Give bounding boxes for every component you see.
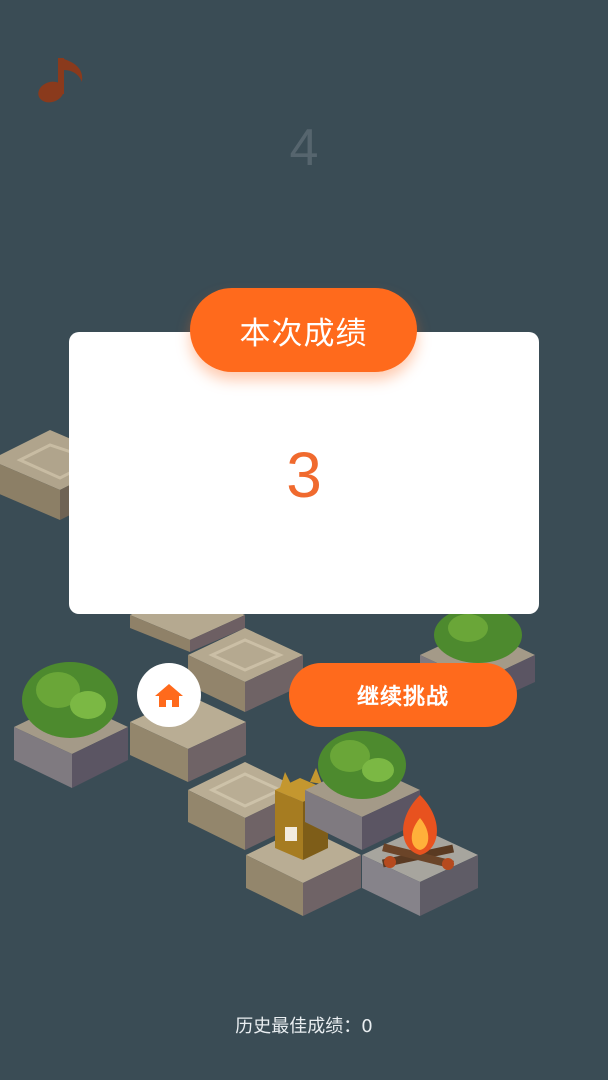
music-note-icon xyxy=(38,58,83,103)
current-score-background: 4 xyxy=(289,119,319,177)
result-title-label: 本次成绩 xyxy=(239,315,368,352)
home-button[interactable] xyxy=(137,663,201,727)
result-title-badge: 本次成绩 xyxy=(190,288,417,372)
bush-tile xyxy=(14,662,128,788)
result-score-value: 3 xyxy=(286,439,322,511)
music-toggle-button[interactable] xyxy=(34,52,90,108)
continue-challenge-button[interactable]: 继续挑战 xyxy=(289,663,517,727)
best-score-text: 历史最佳成绩：0 xyxy=(235,1016,373,1037)
home-icon xyxy=(155,684,183,707)
